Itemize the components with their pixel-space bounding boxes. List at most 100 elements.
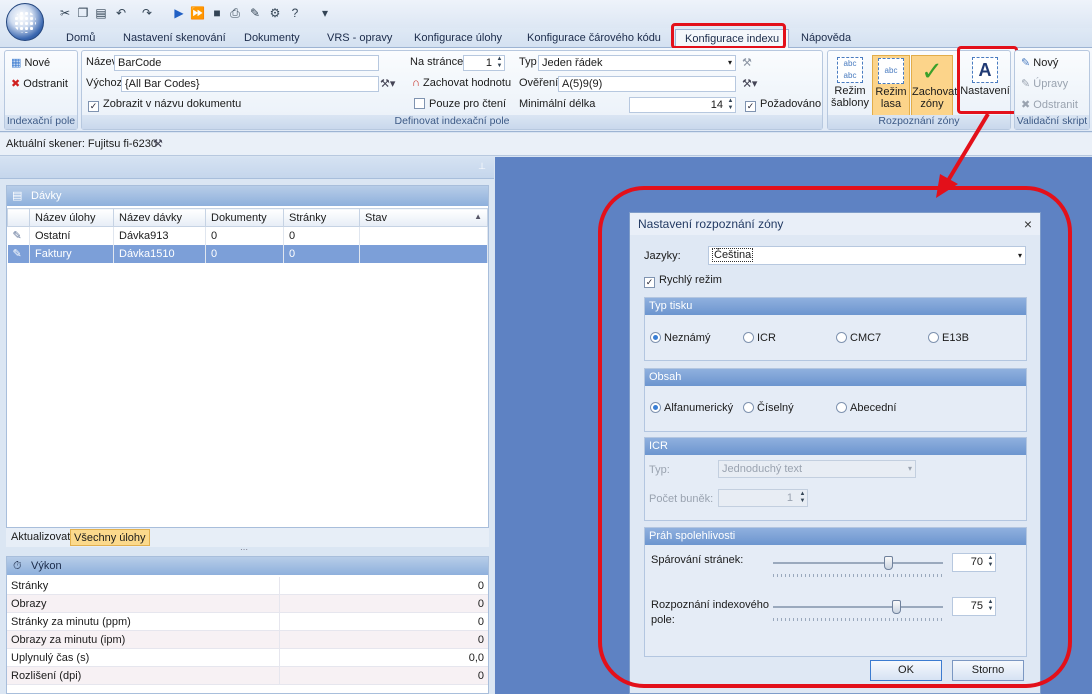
index-field-group-label: Indexační pole [5, 115, 77, 129]
validation-script-group: ✎ Nový ✎ Úpravy ✖ Odstranit Validační sk… [1014, 50, 1090, 130]
tab-help[interactable]: Nápověda [801, 31, 851, 48]
lasso-icon: abc [878, 58, 904, 84]
left-pane-header: ⊥ [0, 157, 494, 179]
play-icon[interactable]: ▶ [172, 6, 186, 20]
column-header-batch[interactable]: Název dávky [113, 208, 206, 227]
script-remove-icon: ✖ [1021, 99, 1031, 111]
scanner-status-bar: Aktuální skener: Fujitsu fi-6230 ⚒ [0, 133, 1092, 156]
settings-highlight [957, 46, 1018, 114]
help-icon[interactable]: ? [288, 6, 302, 20]
remove-index-field-button[interactable]: ✖ Odstranit [11, 77, 68, 90]
stepper-arrows-icon: ▲ ▼ [727, 98, 734, 111]
performance-row: Rozlišení (dpi) 0 [7, 667, 488, 685]
validation-label: Ověření [519, 77, 559, 89]
tab-refresh[interactable]: Aktualizovat [8, 529, 73, 546]
batches-table: Název úlohy Název dávky Dokumenty Stránk… [7, 208, 488, 263]
redo-icon[interactable]: ↷ [140, 6, 154, 20]
default-value-tools-icon[interactable]: ⚒▾ [380, 77, 395, 90]
performance-title: ⏱ Výkon [7, 557, 488, 575]
table-row[interactable]: ✎ Faktury Dávka1510 0 0 [7, 244, 488, 263]
define-group-label: Definovat indexační pole [82, 115, 822, 129]
fast-forward-icon[interactable]: ⏩ [190, 6, 205, 20]
settings-icon[interactable]: ⚙ [268, 6, 282, 20]
dialog-highlight [598, 186, 1072, 688]
checkmark-icon: ✓ [921, 56, 943, 86]
column-header-job[interactable]: Název úlohy [29, 208, 114, 227]
keep-value-button[interactable]: ∩ Zachovat hodnotu [412, 77, 511, 89]
lasso-mode-button[interactable]: abc Režim lasa [872, 55, 910, 117]
quick-access-toolbar: ✂ ❐ ▤ ↶ ↷ ▶ ⏩ ■ ⎙ ✎ ⚙ ? ▾ [0, 0, 1092, 28]
column-header-status[interactable]: Stav ▲ [359, 208, 488, 227]
column-header-documents[interactable]: Dokumenty [205, 208, 284, 227]
on-page-label: Na stránce [410, 56, 464, 68]
current-scanner-text: Aktuální skener: Fujitsu fi-6230 [6, 138, 158, 150]
pin-icon[interactable]: ⊥ [478, 161, 486, 172]
script-edit-icon: ✎ [1021, 78, 1031, 90]
stepper-arrows-icon: ▲ ▼ [496, 56, 503, 69]
keep-zones-button[interactable]: ✓ Zachovat zóny [911, 55, 957, 117]
name-field[interactable]: BarCode [114, 55, 379, 71]
remove-script-button[interactable]: ✖ Odstranit [1021, 98, 1078, 111]
undo-icon[interactable]: ↶ [114, 6, 128, 20]
customize-qat-button[interactable]: ▾ [318, 6, 332, 20]
template-mode-button[interactable]: abc abc Režim šablony [830, 55, 870, 117]
paste-icon[interactable]: ▤ [94, 6, 108, 20]
min-length-label: Minimální délka [519, 98, 596, 110]
min-length-stepper[interactable]: 14 ▲ ▼ [629, 97, 736, 113]
default-label: Výchozí [86, 77, 126, 89]
batches-panel: ▤ Dávky Název úlohy Název dávky Dokument… [6, 185, 489, 547]
on-page-stepper[interactable]: 1 ▲ ▼ [463, 55, 505, 71]
performance-row: Stránky 0 [7, 577, 488, 595]
validation-field[interactable]: A(5)9(9) [558, 76, 736, 92]
performance-row: Obrazy za minutu (ipm) 0 [7, 631, 488, 649]
tab-scan-settings[interactable]: Nastavení skenování [123, 31, 226, 48]
job-icon: ✎ [7, 244, 30, 263]
validation-group-label: Validační skript [1015, 115, 1089, 129]
validation-tools-icon[interactable]: ⚒▾ [742, 77, 757, 90]
tab-barcode-config[interactable]: Konfigurace čárového kódu [527, 31, 661, 48]
column-header-pages[interactable]: Stránky [283, 208, 360, 227]
script-new-icon: ✎ [1021, 57, 1031, 69]
tab-documents[interactable]: Dokumenty [244, 31, 300, 48]
cut-icon[interactable]: ✂ [58, 6, 72, 20]
job-icon: ✎ [7, 226, 30, 245]
scanner-tools-icon[interactable]: ⚒ [153, 137, 163, 150]
required-checkbox[interactable]: ✓ Požadováno [745, 98, 821, 112]
ribbon: ▦ Nové ✖ Odstranit Indexační pole Název … [0, 46, 1092, 132]
index-field-group: ▦ Nové ✖ Odstranit Indexační pole [4, 50, 78, 130]
edit-icon[interactable]: ✎ [248, 6, 262, 20]
type-label: Typ [519, 56, 537, 68]
ribbon-tabs: Domů Nastavení skenování Dokumenty VRS -… [0, 28, 1092, 49]
define-index-field-group: Název BarCode Výchozí {All Bar Codes} ⚒▾… [81, 50, 823, 130]
performance-row: Uplynulý čas (s) 0,0 [7, 649, 488, 667]
table-row[interactable]: ✎ Ostatní Dávka913 0 0 [7, 226, 488, 245]
edit-script-button[interactable]: ✎ Úpravy [1021, 77, 1068, 90]
magnet-icon: ∩ [412, 77, 420, 89]
copy-icon[interactable]: ❐ [76, 6, 90, 20]
new-script-button[interactable]: ✎ Nový [1021, 56, 1058, 69]
splitter-handle[interactable]: ⋯ [240, 546, 254, 554]
type-select[interactable]: Jeden řádek ▾ [538, 55, 736, 71]
name-label: Název [86, 56, 118, 68]
remove-icon: ✖ [11, 78, 21, 90]
performance-row: Obrazy 0 [7, 595, 488, 613]
type-tools-icon[interactable]: ⚒ [742, 56, 752, 69]
readonly-checkbox[interactable]: Pouze pro čtení [414, 98, 506, 110]
left-pane: ⊥ ▤ Dávky Název úlohy Název dávky Dokume… [0, 157, 494, 694]
tab-highlight [671, 23, 786, 49]
default-value-field[interactable]: {All Bar Codes} [121, 76, 379, 92]
tab-all-jobs[interactable]: Všechny úlohy [70, 529, 150, 546]
application-menu-button[interactable] [6, 3, 44, 41]
sort-icon: ▲ [474, 211, 482, 221]
scanner-icon[interactable]: ⎙ [228, 6, 242, 20]
tab-vrs[interactable]: VRS - opravy [327, 31, 392, 48]
performance-row: Stránky za minutu (ppm) 0 [7, 613, 488, 631]
tab-home[interactable]: Domů [66, 31, 95, 48]
chevron-down-icon: ▾ [727, 58, 732, 67]
column-header-icon [7, 208, 30, 227]
tab-job-config[interactable]: Konfigurace úlohy [414, 31, 502, 48]
new-index-field-button[interactable]: ▦ Nové [11, 56, 50, 69]
stop-icon[interactable]: ■ [210, 6, 224, 20]
new-icon: ▦ [11, 57, 22, 69]
show-in-name-checkbox[interactable]: ✓ Zobrazit v názvu dokumentu [88, 98, 241, 112]
